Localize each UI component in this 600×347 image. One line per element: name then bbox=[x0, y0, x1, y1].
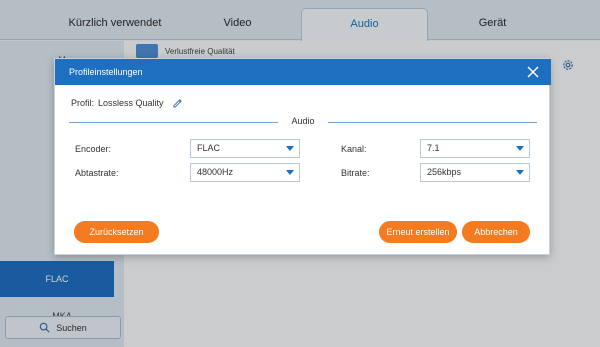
encoder-label: Encoder: bbox=[75, 144, 112, 154]
cancel-button[interactable]: Abbrechen bbox=[462, 221, 530, 243]
profile-label: Profil: bbox=[71, 97, 95, 108]
section-divider bbox=[328, 122, 537, 123]
channel-label: Kanal: bbox=[341, 144, 367, 154]
encoder-value: FLAC bbox=[197, 143, 221, 153]
chevron-down-icon bbox=[516, 170, 524, 175]
bitrate-value: 256kbps bbox=[427, 167, 462, 177]
section-divider bbox=[69, 122, 278, 123]
channel-select[interactable]: 7.1 bbox=[420, 139, 530, 158]
dialog-header: Profileinstellungen bbox=[55, 59, 551, 85]
bitrate-label: Bitrate: bbox=[341, 168, 370, 178]
reset-button[interactable]: Zurücksetzen bbox=[74, 221, 159, 243]
close-icon[interactable] bbox=[527, 66, 539, 78]
encoder-select[interactable]: FLAC bbox=[190, 139, 300, 158]
channel-value: 7.1 bbox=[427, 143, 440, 153]
dialog-title: Profileinstellungen bbox=[69, 67, 143, 77]
samplerate-select[interactable]: 48000Hz bbox=[190, 163, 300, 182]
samplerate-label: Abtastrate: bbox=[75, 168, 119, 178]
profile-row: Profil: Lossless Quality bbox=[71, 97, 183, 108]
profile-settings-dialog: Profileinstellungen Profil: Lossless Qua… bbox=[54, 58, 551, 255]
chevron-down-icon bbox=[286, 146, 294, 151]
chevron-down-icon bbox=[516, 146, 524, 151]
samplerate-value: 48000Hz bbox=[197, 167, 234, 177]
section-title: Audio bbox=[291, 116, 315, 126]
bitrate-select[interactable]: 256kbps bbox=[420, 163, 530, 182]
pencil-icon[interactable] bbox=[172, 97, 183, 108]
recreate-button[interactable]: Erneut erstellen bbox=[379, 221, 457, 243]
chevron-down-icon bbox=[286, 170, 294, 175]
profile-name: Lossless Quality bbox=[98, 97, 164, 108]
